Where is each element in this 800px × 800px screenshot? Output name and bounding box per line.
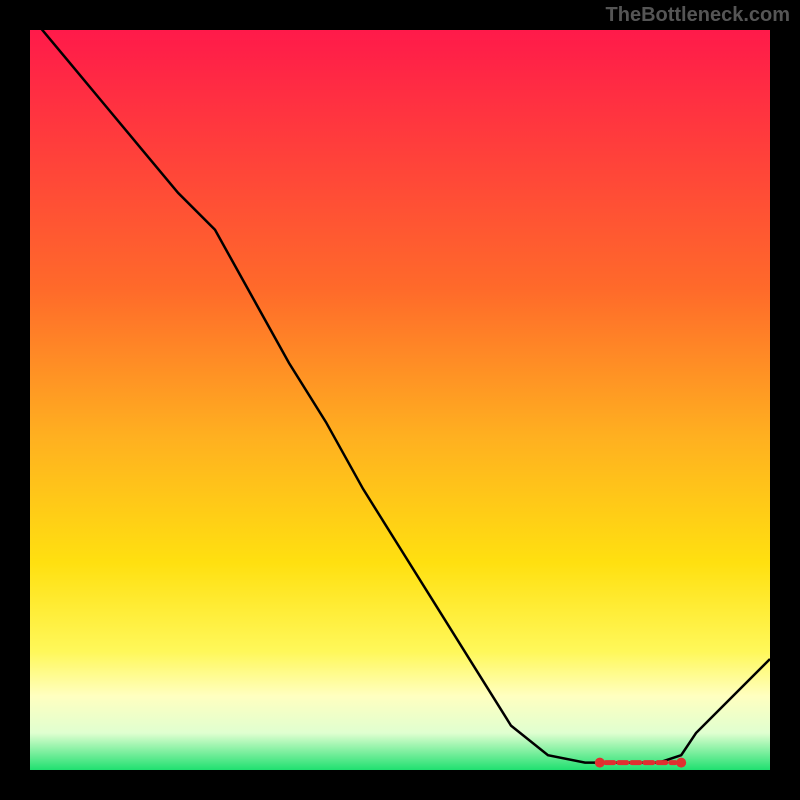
- gradient-background: [30, 30, 770, 770]
- watermark-text: TheBottleneck.com: [606, 4, 790, 27]
- chart-svg: [30, 30, 770, 770]
- chart-container: [30, 30, 770, 770]
